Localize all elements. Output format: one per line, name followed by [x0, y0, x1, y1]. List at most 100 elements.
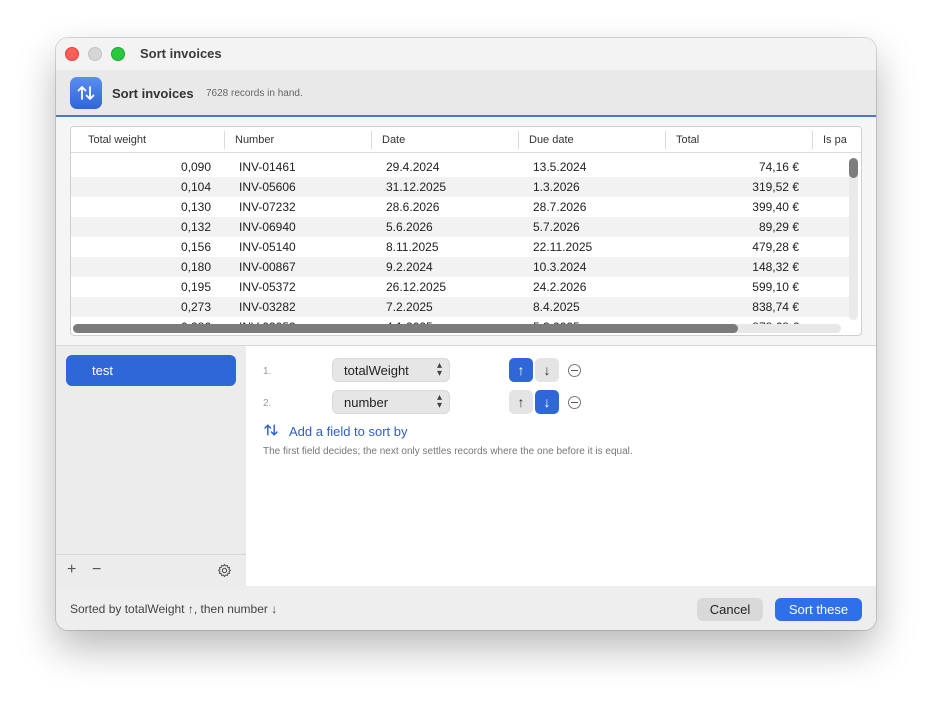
table-area: Total weight Number Date Due date Total …: [56, 117, 876, 345]
sort-arrows-icon: [263, 422, 279, 441]
table-row[interactable]: 0,156 INV-05140 8.11.2025 22.11.2025 479…: [71, 237, 849, 257]
column-header-number[interactable]: Number: [235, 134, 274, 146]
window-title: Sort invoices: [140, 46, 222, 61]
cell-due-date: 24.2.2026: [533, 280, 587, 294]
sort-presets-sidebar: test + −: [56, 346, 246, 586]
footer-bar: Sorted by totalWeight ↑, then number ↓ C…: [56, 586, 876, 630]
sort-arrows-icon: [70, 77, 102, 109]
cell-total: 599,10 €: [752, 280, 799, 294]
cell-total: 74,16 €: [758, 160, 799, 174]
remove-rule-icon[interactable]: [568, 396, 581, 409]
horizontal-scrollbar-thumb[interactable]: [73, 324, 738, 333]
cell-date: 5.6.2026: [386, 220, 433, 234]
cell-number: INV-00867: [239, 260, 296, 274]
sidebar-footer: + −: [56, 554, 246, 586]
cell-total: 148,32 €: [752, 260, 799, 274]
column-divider[interactable]: [371, 131, 372, 149]
invoice-table[interactable]: Total weight Number Date Due date Total …: [70, 126, 862, 336]
sidebar-item-test[interactable]: test: [66, 355, 236, 386]
sort-rules-panel: 1. totalWeight ▴ ▾ ↑ ↓ 2. number ▴ ▾ ↑ ↓ A…: [246, 346, 876, 586]
cell-number: INV-05606: [239, 180, 296, 194]
table-header: Total weight Number Date Due date Total …: [71, 127, 861, 153]
sort-these-button[interactable]: Sort these: [775, 598, 862, 621]
column-header-date[interactable]: Date: [382, 134, 405, 146]
record-count: 7628 records in hand.: [206, 88, 303, 99]
ascending-button[interactable]: ↑: [509, 358, 533, 382]
header-title: Sort invoices: [112, 86, 194, 101]
column-divider[interactable]: [665, 131, 666, 149]
cell-date: 7.2.2025: [386, 300, 433, 314]
updown-chevron-icon: ▴ ▾: [436, 360, 442, 379]
column-divider[interactable]: [812, 131, 813, 149]
table-row[interactable]: 0,132 INV-06940 5.6.2026 5.7.2026 89,29 …: [71, 217, 849, 237]
table-body: 0,090 INV-01461 29.4.2024 13.5.2024 74,1…: [71, 157, 849, 335]
rule-index: 1.: [263, 366, 272, 377]
table-row[interactable]: 0,195 INV-05372 26.12.2025 24.2.2026 599…: [71, 277, 849, 297]
cancel-button[interactable]: Cancel: [697, 598, 763, 621]
cell-number: INV-05140: [239, 240, 296, 254]
remove-rule-icon[interactable]: [568, 364, 581, 377]
rule-index: 2.: [263, 398, 272, 409]
cell-due-date: 8.4.2025: [533, 300, 580, 314]
close-window-button[interactable]: [65, 47, 79, 61]
column-header-is-paid[interactable]: Is pa: [823, 134, 847, 146]
header-bar: Sort invoices 7628 records in hand.: [56, 70, 876, 117]
cell-total-weight: 0,180: [180, 260, 211, 274]
title-bar: Sort invoices: [56, 38, 876, 70]
sort-field-select[interactable]: totalWeight ▴ ▾: [332, 358, 450, 382]
cell-number: INV-03282: [239, 300, 296, 314]
column-header-due-date[interactable]: Due date: [529, 134, 574, 146]
cell-due-date: 22.11.2025: [533, 240, 593, 254]
cell-date: 8.11.2025: [386, 240, 439, 254]
updown-chevron-icon: ▴ ▾: [436, 392, 442, 411]
vertical-scrollbar-thumb[interactable]: [849, 158, 858, 178]
cell-due-date: 10.3.2024: [533, 260, 587, 274]
cell-due-date: 13.5.2024: [533, 160, 587, 174]
sort-field-value: number: [344, 395, 389, 410]
cell-date: 31.12.2025: [386, 180, 447, 194]
remove-preset-button[interactable]: −: [92, 561, 101, 579]
gear-icon[interactable]: [217, 563, 232, 583]
sort-status-text: Sorted by totalWeight ↑, then number ↓: [70, 602, 278, 616]
vertical-scrollbar-track[interactable]: [849, 158, 858, 320]
add-sort-field-button[interactable]: Add a field to sort by: [263, 422, 408, 441]
column-divider[interactable]: [224, 131, 225, 149]
sort-invoices-window: Sort invoices Sort invoices 7628 records…: [56, 38, 876, 630]
cell-date: 9.2.2024: [386, 260, 433, 274]
descending-button[interactable]: ↓: [535, 390, 559, 414]
cell-due-date: 1.3.2026: [533, 180, 580, 194]
ascending-button[interactable]: ↑: [509, 390, 533, 414]
cell-number: INV-01461: [239, 160, 296, 174]
cell-total-weight: 0,132: [180, 220, 211, 234]
descending-button[interactable]: ↓: [535, 358, 559, 382]
cell-total: 838,74 €: [752, 300, 799, 314]
cell-total: 479,28 €: [752, 240, 799, 254]
cell-total-weight: 0,156: [180, 240, 211, 254]
cell-total-weight: 0,130: [180, 200, 211, 214]
minimize-window-button[interactable]: [88, 47, 102, 61]
column-header-total-weight[interactable]: Total weight: [88, 134, 146, 146]
table-row[interactable]: 0,090 INV-01461 29.4.2024 13.5.2024 74,1…: [71, 157, 849, 177]
column-divider[interactable]: [518, 131, 519, 149]
cell-total-weight: 0,090: [180, 160, 211, 174]
cell-total: 399,40 €: [752, 200, 799, 214]
cell-date: 28.6.2026: [386, 200, 440, 214]
cell-number: INV-05372: [239, 280, 296, 294]
cell-date: 29.4.2024: [386, 160, 440, 174]
cell-total-weight: 0,104: [180, 180, 211, 194]
cell-total: 89,29 €: [758, 220, 799, 234]
sort-field-value: totalWeight: [344, 363, 409, 378]
cell-due-date: 5.7.2026: [533, 220, 580, 234]
cell-number: INV-07232: [239, 200, 296, 214]
table-row[interactable]: 0,130 INV-07232 28.6.2026 28.7.2026 399,…: [71, 197, 849, 217]
cell-number: INV-06940: [239, 220, 296, 234]
add-preset-button[interactable]: +: [67, 561, 76, 579]
sort-field-select[interactable]: number ▴ ▾: [332, 390, 450, 414]
table-row[interactable]: 0,104 INV-05606 31.12.2025 1.3.2026 319,…: [71, 177, 849, 197]
zoom-window-button[interactable]: [111, 47, 125, 61]
table-row[interactable]: 0,180 INV-00867 9.2.2024 10.3.2024 148,3…: [71, 257, 849, 277]
cell-date: 26.12.2025: [386, 280, 447, 294]
table-row[interactable]: 0,273 INV-03282 7.2.2025 8.4.2025 838,74…: [71, 297, 849, 317]
cell-total: 319,52 €: [752, 180, 799, 194]
column-header-total[interactable]: Total: [676, 134, 699, 146]
